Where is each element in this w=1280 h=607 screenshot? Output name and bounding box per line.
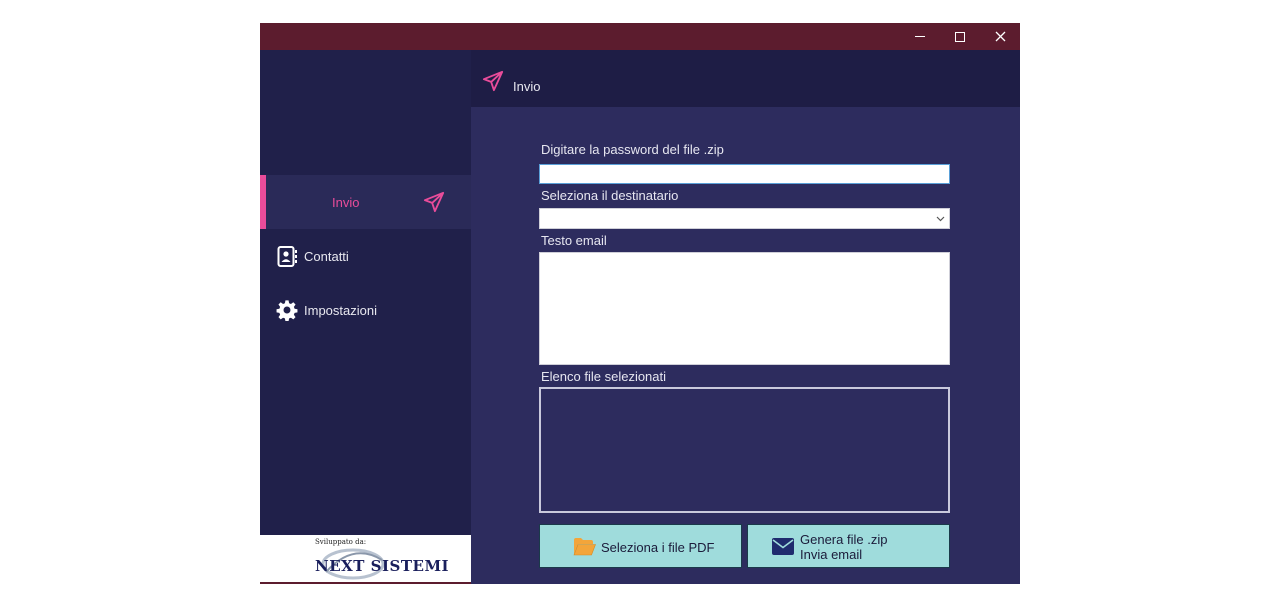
- select-pdf-button[interactable]: Seleziona i file PDF: [539, 524, 742, 568]
- close-icon: [995, 31, 1005, 42]
- active-indicator: [260, 175, 266, 229]
- password-label: Digitare la password del file .zip: [541, 142, 724, 157]
- send-email-label: Invia email: [800, 547, 863, 562]
- divider: [260, 582, 471, 584]
- app-window: Invio Contatti Impostazioni Sviluppato d…: [260, 23, 1020, 584]
- sidebar-item-label: Invio: [332, 194, 360, 210]
- generate-zip-text: Genera file .zip Invia email: [800, 532, 887, 562]
- brand-logo-text: NEXT SISTEMI: [315, 557, 450, 575]
- maximize-button[interactable]: [940, 23, 980, 50]
- sidebar-item-contatti[interactable]: Contatti: [260, 229, 471, 283]
- close-button[interactable]: [980, 23, 1020, 50]
- sidebar-item-label: Contatti: [304, 248, 349, 264]
- gear-icon: [276, 300, 298, 321]
- developed-by-label: Sviluppato da:: [315, 538, 367, 546]
- sidebar-item-label: Impostazioni: [304, 302, 377, 318]
- folder-open-icon: [573, 538, 596, 556]
- contacts-icon: [277, 246, 297, 267]
- sidebar-item-invio[interactable]: Invio: [260, 175, 471, 229]
- title-bar: [260, 23, 1020, 50]
- developer-logo: Sviluppato da: NEXT SISTEMI: [260, 535, 471, 584]
- page-title: Invio: [513, 79, 541, 94]
- select-pdf-label: Seleziona i file PDF: [601, 540, 715, 555]
- generate-zip-label: Genera file .zip: [800, 532, 888, 547]
- maximize-icon: [955, 31, 965, 42]
- sidebar: Invio Contatti Impostazioni Sviluppato d…: [260, 50, 471, 584]
- email-text-label: Testo email: [541, 233, 607, 248]
- chevron-down-icon: [936, 216, 945, 222]
- recipient-select[interactable]: [539, 208, 950, 229]
- minimize-button[interactable]: [900, 23, 940, 50]
- password-input[interactable]: [539, 164, 950, 184]
- envelope-icon: [772, 538, 794, 555]
- sidebar-item-impostazioni[interactable]: Impostazioni: [260, 283, 471, 337]
- email-text-input[interactable]: [539, 252, 950, 365]
- files-label: Elenco file selezionati: [541, 369, 667, 384]
- selected-files-list[interactable]: [539, 387, 950, 513]
- paper-plane-icon: [482, 70, 504, 92]
- minimize-icon: [915, 36, 925, 37]
- paper-plane-icon: [423, 191, 445, 213]
- recipient-label: Seleziona il destinatario: [541, 188, 679, 203]
- generate-zip-send-button[interactable]: Genera file .zip Invia email: [747, 524, 950, 568]
- page-header: Invio: [471, 50, 1020, 107]
